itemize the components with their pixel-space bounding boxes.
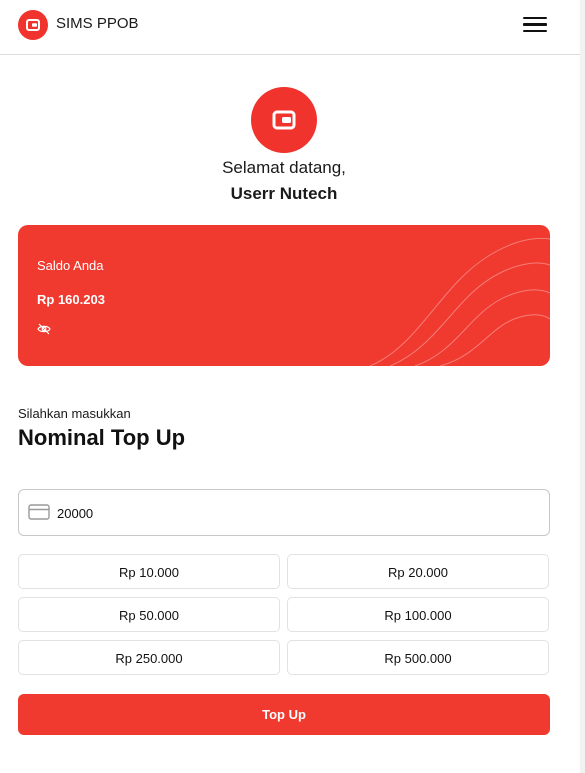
hamburger-menu-icon[interactable] — [520, 13, 550, 39]
preset-button[interactable]: Rp 100.000 — [287, 597, 549, 632]
wallet-icon — [26, 19, 40, 31]
balance-amount: Rp 160.203 — [37, 292, 105, 307]
preset-button[interactable]: Rp 20.000 — [287, 554, 549, 589]
balance-card: Saldo Anda Rp 160.203 — [18, 225, 550, 366]
user-name: Userr Nutech — [230, 184, 338, 203]
topup-prompt: Silahkan masukkan — [18, 406, 131, 421]
nominal-field[interactable] — [18, 489, 550, 537]
brand-logo[interactable] — [18, 10, 48, 40]
profile-avatar — [251, 87, 317, 153]
balance-label: Saldo Anda — [37, 258, 104, 273]
page-title: Nominal Top Up — [18, 425, 186, 450]
brand-name[interactable]: SIMS PPOB — [56, 15, 139, 32]
welcome-text: Selamat datang, — [222, 158, 346, 177]
card-wave-decoration — [369, 237, 550, 366]
preset-button[interactable]: Rp 10.000 — [18, 554, 280, 589]
app-header: SIMS PPOB — [0, 0, 580, 55]
preset-button[interactable]: Rp 250.000 — [18, 640, 280, 675]
nominal-input[interactable] — [55, 490, 539, 537]
wallet-icon — [272, 110, 296, 130]
topup-submit-button[interactable]: Top Up — [18, 694, 550, 735]
credit-card-icon — [28, 504, 50, 520]
scrollbar[interactable] — [580, 0, 585, 773]
preset-button[interactable]: Rp 50.000 — [18, 597, 280, 632]
eye-off-icon[interactable] — [37, 322, 51, 340]
preset-button[interactable]: Rp 500.000 — [287, 640, 549, 675]
